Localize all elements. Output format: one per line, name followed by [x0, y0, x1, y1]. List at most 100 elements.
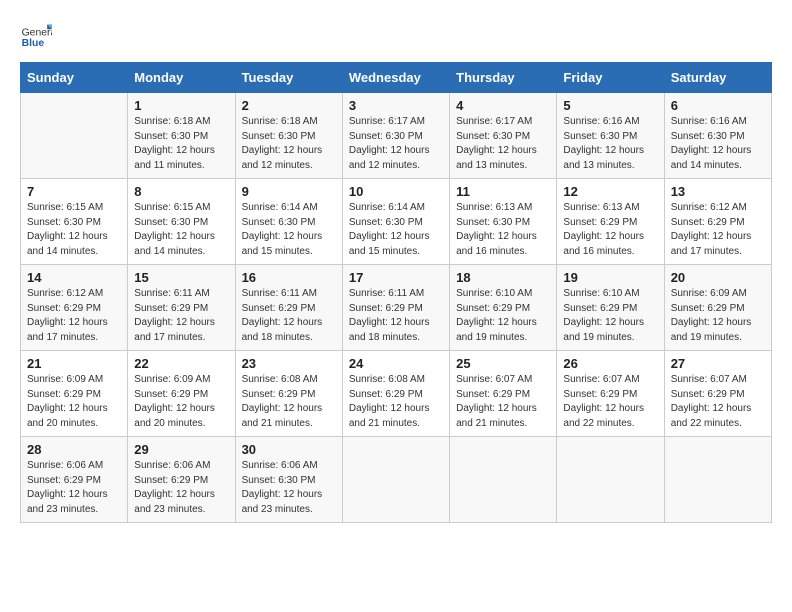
- day-number: 20: [671, 270, 765, 285]
- day-info: Sunrise: 6:08 AM Sunset: 6:29 PM Dayligh…: [349, 373, 443, 431]
- calendar-cell: 1 Sunrise: 6:18 AM Sunset: 6:30 PM Daylig…: [128, 93, 235, 179]
- calendar-table: SundayMondayTuesdayWednesdayThursdayFrid…: [20, 62, 772, 523]
- day-info: Sunrise: 6:11 AM Sunset: 6:29 PM Dayligh…: [242, 287, 336, 345]
- day-info: Sunrise: 6:16 AM Sunset: 6:30 PM Dayligh…: [671, 115, 765, 173]
- calendar-cell: 29 Sunrise: 6:06 AM Sunset: 6:29 PM Dayli…: [128, 437, 235, 523]
- day-info: Sunrise: 6:15 AM Sunset: 6:30 PM Dayligh…: [27, 201, 121, 259]
- calendar-cell: 17 Sunrise: 6:11 AM Sunset: 6:29 PM Dayli…: [342, 265, 449, 351]
- calendar-header-thursday: Thursday: [450, 63, 557, 93]
- day-info: Sunrise: 6:12 AM Sunset: 6:29 PM Dayligh…: [671, 201, 765, 259]
- calendar-cell: 30Sunrise: 6:06 AM Sunset: 6:30 PM Dayli…: [235, 437, 342, 523]
- calendar-cell: 18Sunrise: 6:10 AM Sunset: 6:29 PM Dayli…: [450, 265, 557, 351]
- day-number: 11: [456, 184, 550, 199]
- calendar-header-friday: Friday: [557, 63, 664, 93]
- day-info: Sunrise: 6:11 AM Sunset: 6:29 PM Dayligh…: [134, 287, 228, 345]
- day-number: 22: [134, 356, 228, 371]
- day-number: 9: [242, 184, 336, 199]
- day-number: 17: [349, 270, 443, 285]
- calendar-cell: [450, 437, 557, 523]
- day-number: 6: [671, 98, 765, 113]
- logo: General Blue: [20, 18, 52, 50]
- calendar-cell: 24 Sunrise: 6:08 AM Sunset: 6:29 PM Dayli…: [342, 351, 449, 437]
- day-number: 5: [563, 98, 657, 113]
- calendar-week-row: 1 Sunrise: 6:18 AM Sunset: 6:30 PM Daylig…: [21, 93, 772, 179]
- calendar-header-monday: Monday: [128, 63, 235, 93]
- day-info: Sunrise: 6:13 AM Sunset: 6:29 PM Dayligh…: [563, 201, 657, 259]
- day-number: 23: [242, 356, 336, 371]
- day-info: Sunrise: 6:18 AM Sunset: 6:30 PM Dayligh…: [242, 115, 336, 173]
- day-info: Sunrise: 6:06 AM Sunset: 6:30 PM Dayligh…: [242, 459, 336, 517]
- day-info: Sunrise: 6:07 AM Sunset: 6:29 PM Dayligh…: [563, 373, 657, 431]
- calendar-cell: 6 Sunrise: 6:16 AM Sunset: 6:30 PM Daylig…: [664, 93, 771, 179]
- calendar-cell: 11Sunrise: 6:13 AM Sunset: 6:30 PM Dayli…: [450, 179, 557, 265]
- calendar-cell: 7 Sunrise: 6:15 AM Sunset: 6:30 PM Daylig…: [21, 179, 128, 265]
- day-info: Sunrise: 6:10 AM Sunset: 6:29 PM Dayligh…: [456, 287, 550, 345]
- day-info: Sunrise: 6:09 AM Sunset: 6:29 PM Dayligh…: [134, 373, 228, 431]
- day-number: 15: [134, 270, 228, 285]
- day-number: 16: [242, 270, 336, 285]
- day-info: Sunrise: 6:06 AM Sunset: 6:29 PM Dayligh…: [134, 459, 228, 517]
- svg-text:Blue: Blue: [22, 38, 45, 49]
- calendar-week-row: 28 Sunrise: 6:06 AM Sunset: 6:29 PM Dayli…: [21, 437, 772, 523]
- calendar-cell: [557, 437, 664, 523]
- page-header: General Blue: [20, 18, 772, 50]
- day-info: Sunrise: 6:08 AM Sunset: 6:29 PM Dayligh…: [242, 373, 336, 431]
- day-number: 8: [134, 184, 228, 199]
- day-number: 27: [671, 356, 765, 371]
- calendar-header-row: SundayMondayTuesdayWednesdayThursdayFrid…: [21, 63, 772, 93]
- day-info: Sunrise: 6:14 AM Sunset: 6:30 PM Dayligh…: [242, 201, 336, 259]
- day-number: 12: [563, 184, 657, 199]
- calendar-cell: 25Sunrise: 6:07 AM Sunset: 6:29 PM Dayli…: [450, 351, 557, 437]
- day-info: Sunrise: 6:06 AM Sunset: 6:29 PM Dayligh…: [27, 459, 121, 517]
- day-info: Sunrise: 6:07 AM Sunset: 6:29 PM Dayligh…: [456, 373, 550, 431]
- day-number: 2: [242, 98, 336, 113]
- day-number: 13: [671, 184, 765, 199]
- day-info: Sunrise: 6:17 AM Sunset: 6:30 PM Dayligh…: [456, 115, 550, 173]
- calendar-header-sunday: Sunday: [21, 63, 128, 93]
- day-number: 1: [134, 98, 228, 113]
- calendar-week-row: 14Sunrise: 6:12 AM Sunset: 6:29 PM Dayli…: [21, 265, 772, 351]
- calendar-cell: [342, 437, 449, 523]
- day-info: Sunrise: 6:07 AM Sunset: 6:29 PM Dayligh…: [671, 373, 765, 431]
- calendar-cell: 28 Sunrise: 6:06 AM Sunset: 6:29 PM Dayli…: [21, 437, 128, 523]
- calendar-cell: 2 Sunrise: 6:18 AM Sunset: 6:30 PM Daylig…: [235, 93, 342, 179]
- day-number: 7: [27, 184, 121, 199]
- calendar-cell: 15 Sunrise: 6:11 AM Sunset: 6:29 PM Dayli…: [128, 265, 235, 351]
- day-number: 10: [349, 184, 443, 199]
- calendar-cell: 20 Sunrise: 6:09 AM Sunset: 6:29 PM Dayli…: [664, 265, 771, 351]
- day-number: 14: [27, 270, 121, 285]
- day-info: Sunrise: 6:09 AM Sunset: 6:29 PM Dayligh…: [671, 287, 765, 345]
- calendar-cell: 10 Sunrise: 6:14 AM Sunset: 6:30 PM Dayli…: [342, 179, 449, 265]
- day-info: Sunrise: 6:18 AM Sunset: 6:30 PM Dayligh…: [134, 115, 228, 173]
- calendar-cell: [21, 93, 128, 179]
- calendar-cell: 22 Sunrise: 6:09 AM Sunset: 6:29 PM Dayli…: [128, 351, 235, 437]
- calendar-header-tuesday: Tuesday: [235, 63, 342, 93]
- calendar-cell: 8 Sunrise: 6:15 AM Sunset: 6:30 PM Daylig…: [128, 179, 235, 265]
- calendar-week-row: 21 Sunrise: 6:09 AM Sunset: 6:29 PM Dayli…: [21, 351, 772, 437]
- calendar-cell: 19 Sunrise: 6:10 AM Sunset: 6:29 PM Dayli…: [557, 265, 664, 351]
- svg-text:General: General: [22, 28, 52, 39]
- calendar-header-wednesday: Wednesday: [342, 63, 449, 93]
- calendar-cell: 3 Sunrise: 6:17 AM Sunset: 6:30 PM Daylig…: [342, 93, 449, 179]
- calendar-header-saturday: Saturday: [664, 63, 771, 93]
- calendar-cell: 21 Sunrise: 6:09 AM Sunset: 6:29 PM Dayli…: [21, 351, 128, 437]
- day-info: Sunrise: 6:17 AM Sunset: 6:30 PM Dayligh…: [349, 115, 443, 173]
- day-number: 19: [563, 270, 657, 285]
- day-info: Sunrise: 6:16 AM Sunset: 6:30 PM Dayligh…: [563, 115, 657, 173]
- day-info: Sunrise: 6:11 AM Sunset: 6:29 PM Dayligh…: [349, 287, 443, 345]
- calendar-cell: [664, 437, 771, 523]
- day-info: Sunrise: 6:15 AM Sunset: 6:30 PM Dayligh…: [134, 201, 228, 259]
- day-number: 21: [27, 356, 121, 371]
- day-number: 29: [134, 442, 228, 457]
- day-number: 28: [27, 442, 121, 457]
- calendar-cell: 13 Sunrise: 6:12 AM Sunset: 6:29 PM Dayli…: [664, 179, 771, 265]
- day-number: 3: [349, 98, 443, 113]
- day-info: Sunrise: 6:14 AM Sunset: 6:30 PM Dayligh…: [349, 201, 443, 259]
- calendar-cell: 16 Sunrise: 6:11 AM Sunset: 6:29 PM Dayli…: [235, 265, 342, 351]
- calendar-cell: 4Sunrise: 6:17 AM Sunset: 6:30 PM Daylig…: [450, 93, 557, 179]
- calendar-cell: 12 Sunrise: 6:13 AM Sunset: 6:29 PM Dayli…: [557, 179, 664, 265]
- day-info: Sunrise: 6:09 AM Sunset: 6:29 PM Dayligh…: [27, 373, 121, 431]
- day-info: Sunrise: 6:10 AM Sunset: 6:29 PM Dayligh…: [563, 287, 657, 345]
- calendar-cell: 5 Sunrise: 6:16 AM Sunset: 6:30 PM Daylig…: [557, 93, 664, 179]
- day-number: 24: [349, 356, 443, 371]
